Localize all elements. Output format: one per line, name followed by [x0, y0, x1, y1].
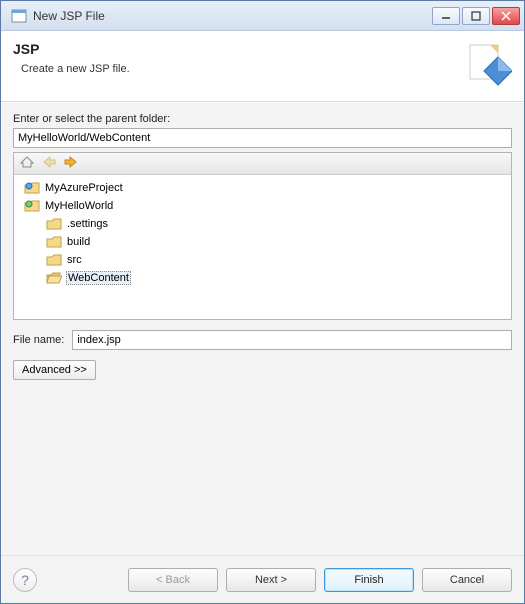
- maximize-button[interactable]: [462, 7, 490, 25]
- finish-button[interactable]: Finish: [324, 568, 414, 592]
- home-icon[interactable]: [20, 155, 34, 172]
- advanced-button[interactable]: Advanced >>: [13, 360, 96, 380]
- next-button[interactable]: Next >: [226, 568, 316, 592]
- filename-input[interactable]: [72, 330, 512, 350]
- tree-node-label: MyHelloWorld: [44, 200, 114, 212]
- wizard-footer: ? < Back Next > Finish Cancel: [1, 555, 524, 603]
- folder-icon: [46, 253, 62, 267]
- tree-node-label: .settings: [66, 218, 109, 230]
- help-button[interactable]: ?: [13, 568, 37, 592]
- back-arrow-icon[interactable]: [42, 156, 56, 171]
- tree-toolbar: [14, 153, 511, 175]
- banner-subtext: Create a new JSP file.: [21, 63, 466, 75]
- window-title: New JSP File: [33, 9, 432, 23]
- parent-folder-label: Enter or select the parent folder:: [13, 113, 512, 125]
- forward-arrow-icon[interactable]: [64, 156, 78, 171]
- tree-node-label: MyAzureProject: [44, 182, 124, 194]
- project-icon: [24, 181, 40, 195]
- parent-folder-input[interactable]: [13, 128, 512, 148]
- project-web-icon: [24, 199, 40, 213]
- app-icon: [11, 8, 27, 24]
- tree-node[interactable]: WebContent: [16, 269, 509, 287]
- tree-node-label: WebContent: [66, 271, 131, 285]
- tree-node[interactable]: build: [16, 233, 509, 251]
- banner-text: JSP Create a new JSP file.: [13, 41, 466, 89]
- dialog-window: New JSP File JSP Create a new JSP file. …: [0, 0, 525, 604]
- filename-label: File name:: [13, 334, 64, 346]
- titlebar: New JSP File: [1, 1, 524, 31]
- folder-icon: [46, 217, 62, 231]
- minimize-button[interactable]: [432, 7, 460, 25]
- close-button[interactable]: [492, 7, 520, 25]
- banner-icon: [466, 43, 512, 89]
- tree-node[interactable]: src: [16, 251, 509, 269]
- folder-open-icon: [46, 271, 62, 285]
- wizard-content: Enter or select the parent folder: MyAzu…: [1, 102, 524, 555]
- wizard-banner: JSP Create a new JSP file.: [1, 31, 524, 102]
- filename-row: File name:: [13, 330, 512, 350]
- tree-node-label: src: [66, 254, 83, 266]
- tree-node[interactable]: MyAzureProject: [16, 179, 509, 197]
- tree-node[interactable]: MyHelloWorld: [16, 197, 509, 215]
- banner-heading: JSP: [13, 41, 466, 57]
- help-icon: ?: [21, 572, 29, 588]
- back-button[interactable]: < Back: [128, 568, 218, 592]
- folder-tree[interactable]: MyAzureProject MyHelloWorld .settings build…: [14, 175, 511, 319]
- tree-node-label: build: [66, 236, 91, 248]
- tree-node[interactable]: .settings: [16, 215, 509, 233]
- cancel-button[interactable]: Cancel: [422, 568, 512, 592]
- folder-tree-panel: MyAzureProject MyHelloWorld .settings build…: [13, 152, 512, 320]
- folder-icon: [46, 235, 62, 249]
- window-controls: [432, 7, 520, 25]
